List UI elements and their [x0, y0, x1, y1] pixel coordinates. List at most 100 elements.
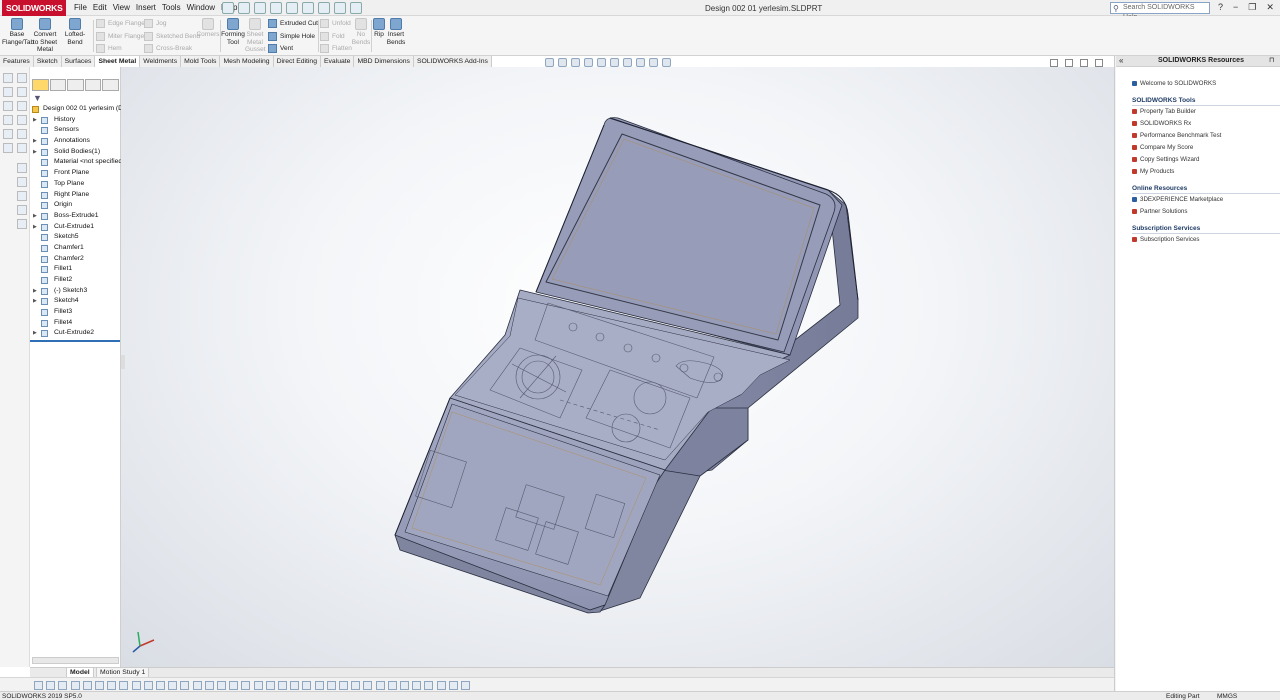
- extruded-cut-button[interactable]: Extruded Cut: [268, 19, 318, 28]
- miter-flange-button[interactable]: Miter Flange: [96, 32, 144, 41]
- tool-icon[interactable]: [17, 191, 27, 201]
- resource-link[interactable]: Partner Solutions: [1132, 206, 1280, 218]
- resource-link[interactable]: Copy Settings Wizard: [1132, 154, 1280, 166]
- tree-item[interactable]: ▶ Annotations: [30, 136, 121, 147]
- menu-window[interactable]: Window: [187, 3, 215, 12]
- tab-weldments[interactable]: Weldments: [140, 56, 182, 67]
- tree-item[interactable]: Fillet4: [30, 318, 121, 329]
- unfold-button[interactable]: Unfold: [320, 19, 351, 28]
- pin-icon[interactable]: ⊓: [1269, 56, 1274, 64]
- help-question-icon[interactable]: ?: [1218, 2, 1223, 13]
- print-icon[interactable]: [286, 2, 298, 14]
- open-icon[interactable]: [254, 2, 266, 14]
- zoom-to-area-icon[interactable]: [558, 58, 567, 67]
- edit-appearance-icon[interactable]: [636, 58, 645, 67]
- tree-item[interactable]: ▶ Cut-Extrude2: [30, 328, 121, 339]
- display-icon[interactable]: [192, 681, 202, 690]
- tree-item[interactable]: Sketch5: [30, 232, 121, 243]
- tree-item[interactable]: ▶ Boss-Extrude1: [30, 211, 121, 222]
- simple-hole-button[interactable]: Simple Hole: [268, 32, 315, 41]
- home-icon[interactable]: [222, 2, 234, 14]
- resource-link[interactable]: Compare My Score: [1132, 142, 1280, 154]
- sketch-icon[interactable]: [46, 681, 56, 690]
- arc-icon[interactable]: [95, 681, 104, 690]
- menu-view[interactable]: View: [113, 3, 130, 12]
- tree-item[interactable]: Chamfer1: [30, 243, 121, 254]
- configuration-manager-tab[interactable]: [67, 79, 84, 91]
- welcome-link[interactable]: Welcome to SOLIDWORKS: [1132, 78, 1280, 90]
- tree-item[interactable]: Top Plane: [30, 179, 121, 190]
- previous-view-icon[interactable]: [571, 58, 580, 67]
- rebuild-icon[interactable]: [334, 2, 346, 14]
- help-search-input[interactable]: ⚲ Search SOLIDWORKS Help: [1110, 2, 1210, 21]
- smart-dimension-icon[interactable]: [34, 681, 43, 690]
- display-style-icon[interactable]: [610, 58, 619, 67]
- tool-icon[interactable]: [17, 73, 27, 83]
- tab-direct-editing[interactable]: Direct Editing: [273, 56, 321, 67]
- tab-surfaces[interactable]: Surfaces: [61, 56, 96, 67]
- collapse-icon[interactable]: «: [1119, 56, 1123, 65]
- flatten-button[interactable]: Flatten: [320, 44, 352, 53]
- view-icon[interactable]: [204, 681, 214, 690]
- rib-icon[interactable]: [351, 681, 361, 690]
- tool-icon[interactable]: [17, 177, 27, 187]
- appearance-icon[interactable]: [436, 681, 446, 690]
- lofted-bend-button[interactable]: Lofted-Bend: [58, 18, 92, 46]
- tool-icon[interactable]: [3, 87, 13, 97]
- sketched-bend-button[interactable]: Sketched Bend: [144, 32, 200, 41]
- draft-icon[interactable]: [363, 681, 373, 690]
- tab-mesh-modeling[interactable]: Mesh Modeling: [220, 56, 274, 67]
- pan-icon[interactable]: [241, 681, 251, 690]
- tree-item[interactable]: ▶ (-) Sketch3: [30, 286, 121, 297]
- part-model-view[interactable]: [121, 67, 1114, 667]
- tab-mbd-dimensions[interactable]: MBD Dimensions: [354, 56, 414, 67]
- spline-icon[interactable]: [107, 681, 117, 690]
- resource-section-title[interactable]: Subscription Services: [1132, 224, 1280, 234]
- expand-arrow-icon[interactable]: ▶: [33, 115, 37, 126]
- zoom-to-fit-icon[interactable]: [545, 58, 554, 67]
- hide-show-items-icon[interactable]: [623, 58, 632, 67]
- tool-icon[interactable]: [17, 87, 27, 97]
- menu-insert[interactable]: Insert: [136, 3, 156, 12]
- tree-item[interactable]: Front Plane: [30, 168, 121, 179]
- filter-icon[interactable]: [265, 681, 275, 690]
- options-gear-icon[interactable]: [350, 2, 362, 14]
- save-icon[interactable]: [270, 2, 282, 14]
- tree-item[interactable]: ▶ Sketch4: [30, 296, 121, 307]
- no-bends-button[interactable]: No Bends: [351, 18, 371, 46]
- measure-icon[interactable]: [400, 681, 409, 690]
- restore-button[interactable]: ❐: [1248, 2, 1256, 13]
- circle-icon[interactable]: [82, 681, 92, 690]
- forming-tool-button[interactable]: Forming Tool: [221, 18, 245, 46]
- tool-icon[interactable]: [3, 129, 13, 139]
- tool-icon[interactable]: [3, 73, 13, 83]
- rollback-bar[interactable]: [30, 340, 120, 342]
- select-icon[interactable]: [318, 2, 330, 14]
- tool-icon[interactable]: [17, 129, 27, 139]
- extrude-icon[interactable]: [290, 681, 300, 690]
- tool-icon[interactable]: [3, 101, 13, 111]
- tool-icon[interactable]: [17, 115, 27, 125]
- tool-icon[interactable]: [17, 219, 27, 229]
- tool-icon[interactable]: [3, 143, 13, 153]
- tree-item[interactable]: Origin: [30, 200, 121, 211]
- coordinate-triad[interactable]: [132, 631, 155, 653]
- fillet-icon[interactable]: [314, 681, 324, 690]
- relation-icon[interactable]: [180, 681, 190, 690]
- tab-sheet-metal[interactable]: Sheet Metal: [95, 56, 141, 67]
- text-icon[interactable]: [131, 681, 141, 690]
- property-manager-tab[interactable]: [49, 79, 67, 91]
- units-selector[interactable]: MMGS: [1217, 692, 1237, 700]
- resource-section-title[interactable]: SOLIDWORKS Tools: [1132, 96, 1280, 106]
- shell-icon[interactable]: [339, 681, 348, 690]
- tool-icon[interactable]: [17, 143, 27, 153]
- axis-icon[interactable]: [387, 681, 397, 690]
- horizontal-scrollbar[interactable]: [32, 657, 119, 664]
- tree-item[interactable]: Material <not specified>: [30, 157, 121, 168]
- line-icon[interactable]: [58, 681, 68, 690]
- solidworks-logo[interactable]: SOLIDWORKS: [2, 0, 66, 16]
- trim-icon[interactable]: [143, 681, 153, 690]
- cross-break-button[interactable]: Cross-Break: [144, 44, 192, 53]
- tab-features[interactable]: Features: [0, 56, 34, 67]
- resource-section-title[interactable]: Online Resources: [1132, 184, 1280, 194]
